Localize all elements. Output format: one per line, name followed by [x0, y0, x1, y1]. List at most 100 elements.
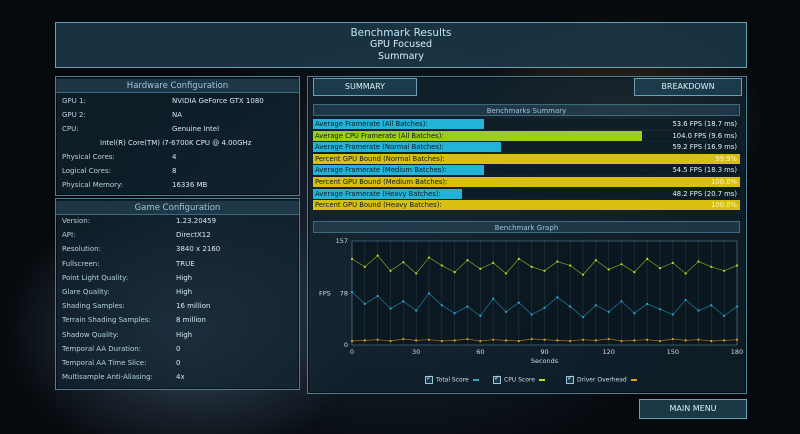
hardware-title: Hardware Configuration [56, 79, 299, 93]
x-tick-label: 0 [350, 348, 354, 356]
summary-row: Average CPU Framerate (All Batches): 104.… [313, 130, 740, 141]
config-value: High [176, 273, 193, 282]
legend-swatch [472, 379, 479, 381]
data-point [607, 310, 610, 313]
config-label: Shading Samples: [62, 302, 125, 311]
legend-swatch [538, 379, 545, 381]
data-point [466, 305, 469, 308]
data-point [569, 339, 572, 343]
config-label: GPU 1: [62, 97, 86, 105]
y-tick-label: 78 [340, 289, 348, 297]
config-value: 1.23.20459 [176, 217, 217, 225]
results-header: Benchmark Results GPU Focused Summary [55, 22, 747, 68]
config-label: Physical Memory: [62, 181, 124, 189]
data-point [492, 261, 495, 264]
data-point [389, 307, 392, 310]
summary-label: Average Framerate (Normal Batches): [315, 143, 444, 152]
summary-tab[interactable]: SUMMARY [313, 78, 417, 96]
main-menu-button[interactable]: MAIN MENU [639, 399, 747, 419]
legend-item[interactable]: Total Score [425, 374, 479, 384]
summary-value: 53.6 FPS (18.7 ms) [672, 120, 737, 128]
data-point [530, 265, 533, 268]
data-point [569, 264, 572, 267]
data-point [594, 304, 597, 307]
data-point [376, 254, 379, 257]
legend-item[interactable]: CPU Score [493, 374, 545, 384]
data-point [646, 338, 649, 341]
x-tick-label: 180 [731, 348, 743, 356]
config-label: Temporal AA Time Slice: [62, 359, 147, 367]
results-subtitle: GPU Focused [369, 39, 433, 50]
data-point [684, 272, 687, 275]
config-value: 4 [172, 153, 177, 161]
checkbox-icon[interactable] [566, 374, 574, 384]
data-point [646, 257, 649, 260]
config-label: Terrain Shading Samples: [62, 316, 151, 325]
benchmark-graph: 0 30 60 90 120 150 180 0 78 157 FPS Seconds [319, 237, 743, 365]
data-point [492, 297, 495, 300]
config-value: Genuine Intel [172, 125, 220, 133]
data-point [620, 339, 623, 343]
data-point [671, 261, 674, 264]
data-point [350, 339, 354, 343]
data-point [633, 339, 636, 342]
data-point [453, 339, 456, 342]
config-value: NVIDIA GeForce GTX 1080 [172, 97, 264, 105]
data-point [594, 339, 597, 342]
data-point [633, 271, 636, 274]
x-tick-label: 150 [667, 348, 679, 356]
config-label: Version: [62, 217, 91, 225]
config-value: 8 [172, 167, 177, 175]
data-point [671, 337, 674, 341]
checkbox-icon[interactable] [493, 374, 501, 384]
config-value: High [176, 288, 193, 296]
data-point [492, 338, 495, 341]
results-mode: Summary [378, 51, 424, 62]
summary-value: 99.9% [715, 154, 737, 163]
summary-value: 100.0% [711, 201, 737, 210]
data-point [466, 259, 469, 262]
breakdown-tab[interactable]: BREAKDOWN [634, 78, 742, 96]
config-label: Glare Quality: [62, 288, 110, 296]
data-point [594, 259, 597, 262]
data-point [710, 339, 713, 343]
x-axis-label: Seconds [531, 357, 559, 365]
legend-label: Total Score [436, 376, 469, 384]
data-point [543, 306, 546, 310]
data-point [453, 271, 456, 274]
data-point [607, 337, 610, 341]
legend-item[interactable]: Driver Overhead [566, 374, 637, 384]
summary-value: 54.5 FPS (18.3 ms) [672, 166, 737, 175]
config-label: Logical Cores: [62, 167, 111, 175]
graph-title: Benchmark Graph [313, 221, 740, 233]
config-value: High [176, 330, 193, 339]
data-point [569, 305, 572, 308]
data-point [620, 300, 623, 303]
data-point [402, 300, 405, 303]
data-point [735, 305, 739, 308]
data-point [697, 309, 700, 312]
summary-value: 104.0 FPS (9.6 ms) [672, 131, 737, 140]
results-title: Benchmark Results [350, 27, 452, 39]
data-point [440, 264, 443, 267]
data-point [350, 290, 354, 294]
summary-row: Percent GPU Bound (Heavy Batches): 100.0% [313, 200, 740, 211]
data-point [402, 337, 405, 341]
data-point [453, 312, 456, 315]
data-point [723, 314, 726, 317]
data-point [658, 339, 662, 343]
data-point [735, 264, 739, 267]
config-value: TRUE [176, 259, 195, 268]
data-point [427, 256, 431, 259]
config-value: NA [172, 111, 183, 119]
data-point [466, 337, 469, 341]
checkbox-icon[interactable] [425, 374, 433, 384]
data-point [581, 273, 585, 276]
summary-row: Percent GPU Bound (Normal Batches): 99.9% [313, 153, 740, 164]
config-label: Temporal AA Duration: [62, 344, 142, 353]
x-tick-label: 120 [602, 348, 614, 356]
x-tick-label: 30 [412, 348, 420, 356]
data-point [543, 338, 546, 341]
data-point [350, 257, 354, 260]
data-point [723, 269, 726, 272]
